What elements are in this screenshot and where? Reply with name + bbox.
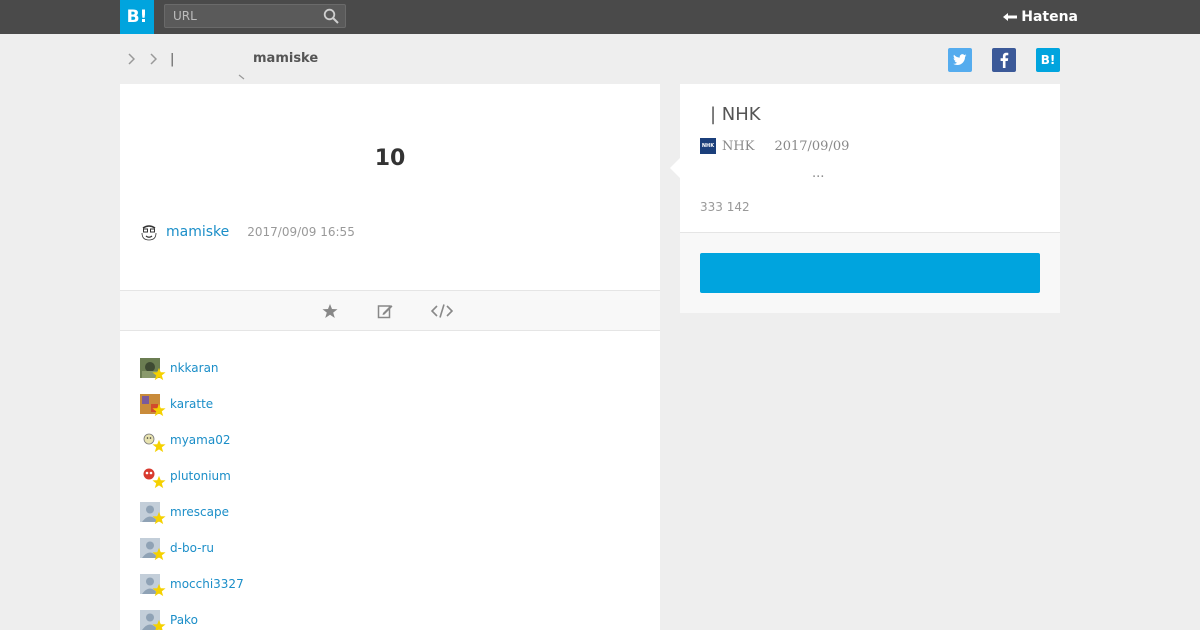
user-row: Pako (140, 602, 244, 630)
entry-author: mamiske 2017/09/09 16:55 (140, 222, 355, 242)
twitter-icon (953, 54, 967, 66)
breadcrumb-separator: | (170, 51, 175, 67)
article-counts: 333 142 (700, 200, 750, 214)
user-avatar[interactable] (140, 358, 166, 381)
user-name-link[interactable]: mocchi3327 (170, 577, 244, 591)
user-name-link[interactable]: d-bo-ru (170, 541, 214, 555)
breadcrumb-username[interactable]: mamiske (253, 51, 318, 66)
entry-headline: 10 (374, 146, 406, 171)
user-avatar[interactable] (140, 502, 166, 525)
search-icon[interactable] (323, 8, 339, 24)
user-avatar[interactable] (140, 610, 166, 630)
user-row: plutonium (140, 458, 244, 494)
star-icon (152, 547, 166, 561)
user-name-link[interactable]: nkkaran (170, 361, 219, 375)
star-icon (152, 619, 166, 630)
user-name-link[interactable]: karatte (170, 397, 213, 411)
star-icon (152, 403, 166, 417)
author-name-link[interactable]: mamiske (166, 224, 229, 240)
user-name-link[interactable]: plutonium (170, 469, 231, 483)
breadcrumb-chevron-icon[interactable] (142, 53, 164, 65)
add-star-button[interactable] (319, 301, 341, 321)
user-name-link[interactable]: mrescape (170, 505, 229, 519)
share-facebook-button[interactable] (992, 48, 1016, 72)
user-name-link[interactable]: myama02 (170, 433, 230, 447)
bookmark-user-list: nkkaran karatte myama02 plutonium mresca… (140, 350, 244, 630)
user-avatar[interactable] (140, 538, 166, 561)
article-action-area (680, 233, 1060, 313)
embed-button[interactable] (431, 301, 453, 321)
edit-icon (377, 305, 393, 319)
star-icon (152, 439, 166, 453)
user-row: myama02 (140, 422, 244, 458)
star-icon (152, 475, 166, 489)
card-pointer (670, 156, 682, 180)
user-name-link[interactable]: Pako (170, 613, 198, 627)
entry-card: 10 mamiske 2017/09/09 16:55 nkkaran kara… (120, 84, 660, 630)
hatena-mark-icon (1003, 13, 1018, 21)
article-description: ... (812, 166, 825, 181)
top-bar: B! Hatena (0, 0, 1200, 34)
search-box (164, 4, 346, 28)
breadcrumb-chevron-icon[interactable] (120, 53, 142, 65)
edit-button[interactable] (374, 301, 396, 321)
bookmark-entry-button[interactable] (700, 253, 1040, 293)
user-avatar[interactable] (140, 466, 166, 489)
code-icon (431, 304, 453, 318)
article-source-name[interactable]: NHK (722, 139, 754, 154)
facebook-icon (1000, 52, 1009, 68)
star-icon (152, 583, 166, 597)
user-row: mrescape (140, 494, 244, 530)
article-title-link[interactable]: | NHK (710, 104, 761, 125)
entry-datetime: 2017/09/09 16:55 (247, 225, 355, 239)
hatena-brand-text: Hatena (1021, 9, 1078, 25)
share-hatena-button[interactable]: B! (1036, 48, 1060, 72)
star-icon (152, 511, 166, 525)
user-row: d-bo-ru (140, 530, 244, 566)
user-avatar[interactable] (140, 574, 166, 597)
user-row: nkkaran (140, 350, 244, 386)
search-input[interactable] (165, 5, 315, 27)
star-icon (322, 304, 338, 318)
nhk-logo-icon: NHK (700, 138, 716, 154)
entry-actions-bar (120, 290, 660, 331)
user-avatar[interactable] (140, 430, 166, 453)
user-row: mocchi3327 (140, 566, 244, 602)
hatena-bookmark-logo[interactable]: B! (120, 0, 154, 34)
author-avatar[interactable] (140, 223, 158, 241)
share-twitter-button[interactable] (948, 48, 972, 72)
hatena-brand-link[interactable]: Hatena (1002, 8, 1078, 26)
star-icon (152, 367, 166, 381)
user-row: karatte (140, 386, 244, 422)
article-source: NHK NHK 2017/09/09 (700, 137, 849, 155)
linked-article-card: | NHK NHK NHK 2017/09/09 ... 333 142 (670, 84, 1060, 313)
user-avatar[interactable] (140, 394, 166, 417)
breadcrumb: | mamiske (120, 48, 318, 80)
article-date: 2017/09/09 (774, 138, 850, 154)
